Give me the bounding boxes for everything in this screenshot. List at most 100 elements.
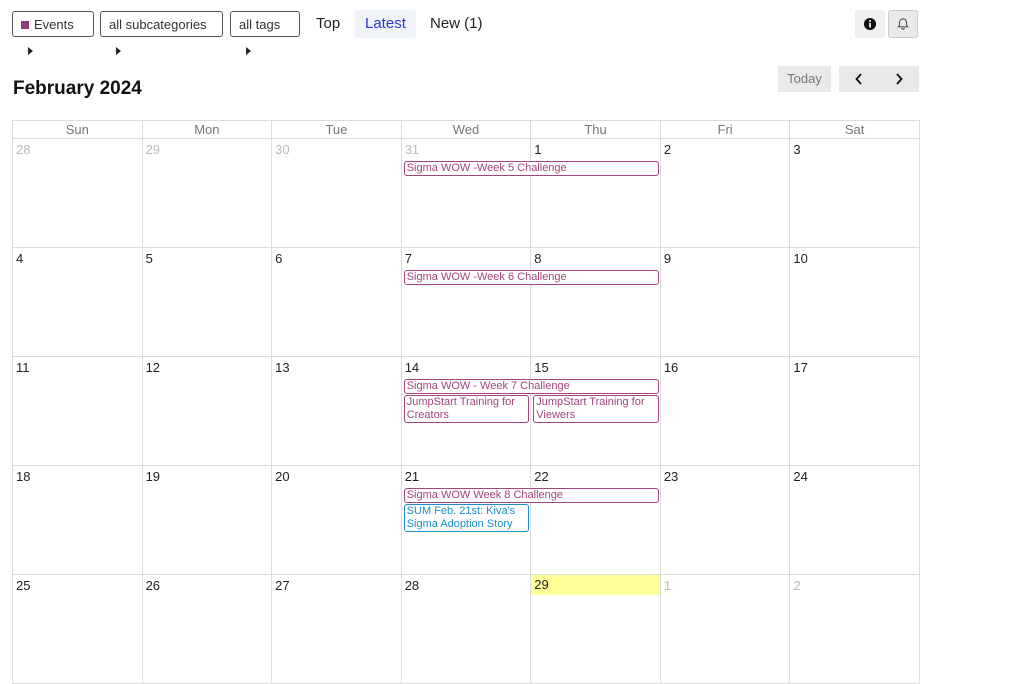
caret-right-icon <box>246 47 251 55</box>
calendar-event[interactable]: SUM Feb. 21st: Kiva's Sigma Adoption Sto… <box>403 504 530 532</box>
calendar-day[interactable]: 12 <box>142 357 273 466</box>
calendar-day[interactable]: 28 <box>401 575 532 684</box>
day-number: 2 <box>793 578 801 593</box>
calendar-day[interactable]: 13 <box>272 357 402 466</box>
caret-right-icon <box>116 47 121 55</box>
calendar-day[interactable]: 26 <box>142 575 273 684</box>
weekday-label: Wed <box>401 121 532 139</box>
day-number: 17 <box>793 360 808 375</box>
day-number: 22 <box>534 469 549 484</box>
calendar-day[interactable]: 8 <box>531 248 661 357</box>
day-number: 15 <box>534 360 549 375</box>
day-number: 26 <box>145 578 161 593</box>
day-number: 27 <box>275 578 290 593</box>
tags-label: all tags <box>239 17 281 32</box>
day-number: 1 <box>534 142 542 157</box>
day-number: 11 <box>16 360 30 375</box>
calendar-day[interactable]: 25 <box>13 575 143 684</box>
calendar-day[interactable]: 17 <box>790 357 920 466</box>
info-icon <box>863 17 877 31</box>
weekday-label: Mon <box>142 121 273 139</box>
calendar-day[interactable]: 1 <box>531 139 661 248</box>
calendar-event[interactable]: JumpStart Training for Viewers <box>533 395 659 423</box>
day-number: 13 <box>275 360 290 375</box>
calendar-day[interactable]: 16 <box>660 357 791 466</box>
day-number: 4 <box>16 251 24 266</box>
day-number: 29 <box>531 575 660 595</box>
day-number: 19 <box>145 469 161 484</box>
day-number: 14 <box>404 360 420 375</box>
calendar-day[interactable]: 23 <box>660 466 791 575</box>
chevron-left-icon <box>855 73 862 85</box>
day-number: 30 <box>275 142 290 157</box>
calendar-day[interactable]: 1 <box>660 575 791 684</box>
weekday-label: Sun <box>13 121 143 139</box>
day-number: 16 <box>663 360 679 375</box>
calendar-event[interactable]: Sigma WOW -Week 6 Challenge <box>403 270 659 285</box>
calendar-day[interactable]: 7 <box>401 248 532 357</box>
tab-new[interactable]: New (1) <box>420 10 493 38</box>
caret-right-icon <box>28 47 33 55</box>
weekday-label: Thu <box>531 121 661 139</box>
calendar-day[interactable]: 22 <box>531 466 661 575</box>
notifications-button[interactable] <box>888 10 918 38</box>
day-number: 31 <box>404 142 420 157</box>
day-number: 2 <box>663 142 672 157</box>
calendar-day[interactable]: 19 <box>142 466 273 575</box>
next-month-button[interactable] <box>879 66 919 92</box>
calendar-day[interactable]: 3 <box>790 139 920 248</box>
day-number: 7 <box>404 251 412 266</box>
day-number: 20 <box>275 469 290 484</box>
calendar-day[interactable]: 28 <box>13 139 143 248</box>
info-button[interactable] <box>855 10 885 38</box>
calendar-day[interactable]: 18 <box>13 466 143 575</box>
calendar-month-title: February 2024 <box>13 78 142 99</box>
calendar-day[interactable]: 2 <box>660 139 791 248</box>
calendar-event[interactable]: JumpStart Training for Creators <box>403 395 530 423</box>
calendar-day[interactable]: 30 <box>272 139 402 248</box>
calendar-day[interactable]: 27 <box>272 575 402 684</box>
calendar-day[interactable]: 9 <box>660 248 791 357</box>
previous-month-button[interactable] <box>839 66 879 92</box>
calendar-day[interactable]: 29 <box>531 575 661 684</box>
calendar-day[interactable]: 4 <box>13 248 143 357</box>
day-number: 10 <box>793 251 808 266</box>
calendar-day[interactable]: 31 <box>401 139 532 248</box>
day-number: 18 <box>16 469 31 484</box>
category-dropdown[interactable]: Events <box>12 11 94 55</box>
calendar-week: 18 19 20 21 22 23 24 Sigma WOW Week 8 Challenge… <box>13 466 920 575</box>
calendar-event[interactable]: Sigma WOW -Week 5 Challenge <box>403 161 659 176</box>
calendar-day[interactable]: 10 <box>790 248 920 357</box>
calendar-event[interactable]: Sigma WOW Week 8 Challenge <box>403 488 659 503</box>
month-navigation <box>839 66 919 92</box>
category-label: Events <box>34 17 74 32</box>
tab-top[interactable]: Top <box>306 10 350 38</box>
tags-dropdown[interactable]: all tags <box>230 11 300 55</box>
today-button[interactable]: Today <box>778 66 831 92</box>
day-number: 1 <box>663 578 672 593</box>
day-number: 23 <box>663 469 679 484</box>
calendar-day[interactable]: 24 <box>790 466 920 575</box>
calendar-event[interactable]: Sigma WOW - Week 7 Challenge <box>403 379 659 394</box>
calendar-day[interactable]: 29 <box>142 139 273 248</box>
tab-latest[interactable]: Latest <box>355 10 416 38</box>
weekday-label: Fri <box>660 121 791 139</box>
day-number: 5 <box>145 251 153 266</box>
subcategories-dropdown[interactable]: all subcategories <box>100 11 223 55</box>
calendar-week: 25 26 27 28 29 1 2 <box>13 575 920 684</box>
subcategories-label: all subcategories <box>109 17 207 32</box>
weekday-header: Sun Mon Tue Wed Thu Fri Sat <box>13 121 920 139</box>
day-number: 25 <box>16 578 31 593</box>
calendar-week: 28 29 30 31 1 2 3 Sigma WOW -Week 5 Challenge <box>13 139 920 248</box>
calendar-day[interactable]: 2 <box>790 575 920 684</box>
calendar-day[interactable]: 20 <box>272 466 402 575</box>
chevron-right-icon <box>896 73 903 85</box>
day-number: 6 <box>275 251 283 266</box>
topic-navigation: Events all subcategories all tags Top La… <box>12 10 1024 55</box>
calendar-week: 11 12 13 14 15 16 17 Sigma WOW - Week 7 Challen… <box>13 357 920 466</box>
weekday-label: Tue <box>272 121 402 139</box>
calendar-day[interactable]: 11 <box>13 357 143 466</box>
weekday-label: Sat <box>790 121 920 139</box>
calendar-day[interactable]: 6 <box>272 248 402 357</box>
calendar-day[interactable]: 5 <box>142 248 273 357</box>
